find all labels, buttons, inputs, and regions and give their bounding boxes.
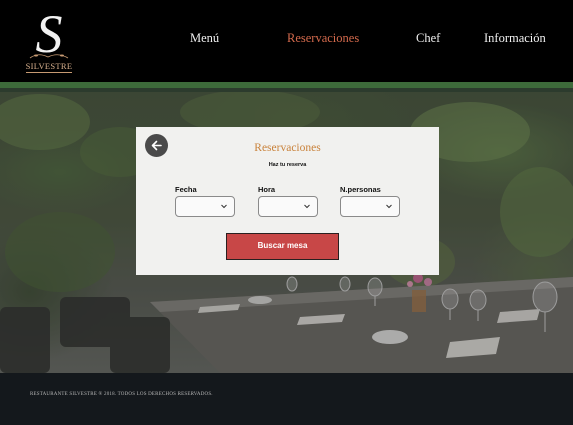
search-table-button[interactable]: Buscar mesa (226, 233, 339, 260)
footer-copyright: RESTAURANTE SILVESTRE ® 2018. TODOS LOS … (30, 392, 213, 397)
leaf-ornament-icon (29, 54, 69, 59)
logo[interactable]: S SILVESTRE (22, 4, 76, 78)
party-size-label: N.personas (340, 185, 381, 194)
reservation-subtitle: Haz tu reserva (268, 162, 307, 168)
logo-underline (26, 72, 72, 73)
chevron-down-icon (386, 204, 392, 209)
party-size-select[interactable] (340, 196, 400, 217)
nav-item-menu[interactable]: Menú (190, 31, 219, 46)
time-select[interactable] (258, 196, 318, 217)
time-label: Hora (258, 185, 276, 194)
chevron-down-icon (221, 204, 227, 209)
logo-name: SILVESTRE (25, 61, 73, 71)
nav-item-chef[interactable]: Chef (416, 31, 440, 46)
date-label: Fecha (175, 185, 197, 194)
nav-item-informacion[interactable]: Información (484, 31, 546, 46)
site-footer: RESTAURANTE SILVESTRE ® 2018. TODOS LOS … (0, 373, 573, 425)
date-select[interactable] (175, 196, 235, 217)
nav-item-reservaciones[interactable]: Reservaciones (287, 31, 359, 46)
reservation-title: Reservaciones (254, 142, 321, 154)
reservation-panel: Reservaciones Haz tu reserva Fecha Hora … (136, 127, 439, 275)
chevron-down-icon (304, 204, 310, 209)
site-header: S SILVESTRE Menú Reservaciones Chef Info… (0, 0, 573, 82)
